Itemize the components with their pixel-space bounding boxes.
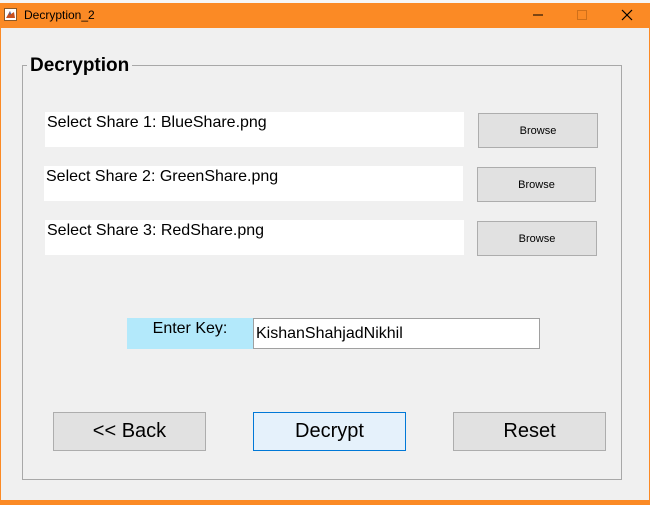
browse-share-1-button[interactable]: Browse [478,113,598,148]
panel-title: Decryption [27,54,133,78]
browse-share-3-button[interactable]: Browse [477,221,597,256]
maximize-icon[interactable] [559,4,605,26]
enter-key-label: Enter Key: [127,318,253,349]
top-strip [0,0,650,3]
key-input[interactable] [253,318,540,349]
minimize-icon[interactable] [515,4,561,26]
back-button[interactable]: << Back [53,412,206,451]
share-3-field: Select Share 3: RedShare.png [45,220,464,255]
window-frame-left [0,28,1,500]
close-icon[interactable] [604,4,650,26]
decrypt-button[interactable]: Decrypt [253,412,406,451]
share-1-field: Select Share 1: BlueShare.png [45,112,464,147]
window-frame-bottom [0,500,650,505]
share-2-field: Select Share 2: GreenShare.png [44,166,463,201]
matlab-figure-icon[interactable] [4,8,17,21]
reset-button[interactable]: Reset [453,412,606,451]
browse-share-2-button[interactable]: Browse [477,167,596,202]
window-title: Decryption_2 [24,8,95,22]
